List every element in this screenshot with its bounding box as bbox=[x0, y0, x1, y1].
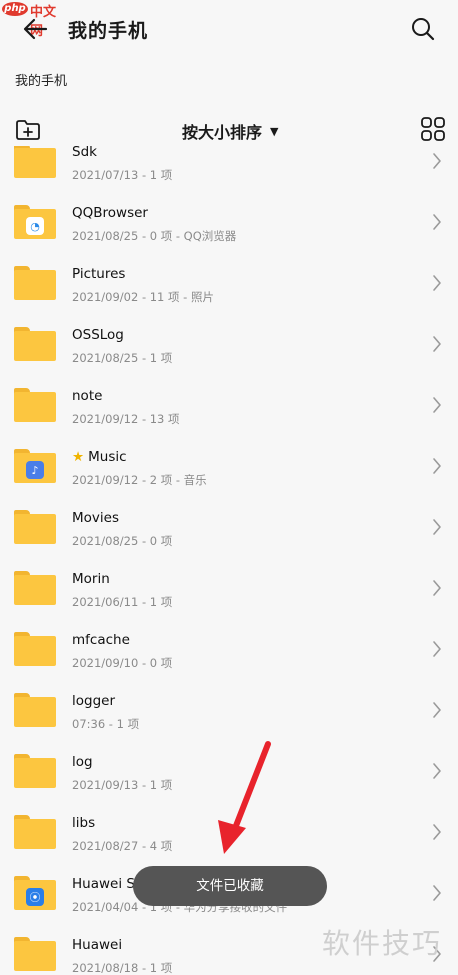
list-item[interactable]: Movies 2021/08/25 - 0 项 bbox=[0, 496, 458, 557]
item-meta: 2021/08/18 - 1 项 bbox=[72, 961, 173, 975]
item-meta: 2021/09/13 - 1 项 bbox=[72, 778, 173, 792]
grid-icon bbox=[421, 117, 445, 141]
page-title: 我的手机 bbox=[68, 20, 149, 42]
chevron-right-icon bbox=[433, 641, 441, 657]
sort-dropdown[interactable]: 按大小排序 ▼ bbox=[182, 119, 278, 143]
breadcrumb[interactable]: 我的手机 bbox=[15, 70, 67, 89]
item-name: Huawei bbox=[72, 937, 123, 953]
list-item[interactable]: ◔ QQBrowser 2021/08/25 - 0 项 - QQ浏览器 bbox=[0, 191, 458, 252]
item-meta: 2021/09/02 - 11 项 - 照片 bbox=[72, 290, 214, 304]
caret-down-icon: ▼ bbox=[270, 124, 279, 138]
item-meta: 2021/08/25 - 0 项 - QQ浏览器 bbox=[72, 229, 237, 243]
item-meta: 2021/07/13 - 1 项 bbox=[72, 168, 173, 182]
item-meta: 07:36 - 1 项 bbox=[72, 717, 140, 731]
list-item[interactable]: logger 07:36 - 1 项 bbox=[0, 679, 458, 740]
chevron-right-icon bbox=[433, 336, 441, 352]
item-name: OSSLog bbox=[72, 327, 124, 343]
red-arrow-annotation bbox=[218, 741, 271, 854]
item-name: Movies bbox=[72, 510, 119, 526]
item-name: Sdk bbox=[72, 146, 97, 160]
item-name: mfcache bbox=[72, 632, 130, 648]
back-button[interactable] bbox=[20, 14, 54, 44]
arrow-left-icon bbox=[23, 18, 48, 40]
chevron-right-icon bbox=[433, 458, 441, 474]
folder-icon bbox=[14, 754, 56, 788]
chevron-right-icon bbox=[433, 214, 441, 230]
new-folder-button[interactable] bbox=[14, 116, 42, 144]
item-name: Pictures bbox=[72, 266, 126, 282]
new-folder-icon bbox=[16, 120, 40, 140]
folder-icon bbox=[14, 937, 56, 971]
item-meta: 2021/08/25 - 1 项 bbox=[72, 351, 173, 365]
folder-icon bbox=[14, 571, 56, 605]
chevron-right-icon bbox=[433, 519, 441, 535]
list-item[interactable]: Sdk 2021/07/13 - 1 项 bbox=[0, 146, 458, 191]
list-item[interactable]: mfcache 2021/09/10 - 0 项 bbox=[0, 618, 458, 679]
folder-qqbrowser-icon: ◔ bbox=[14, 205, 56, 239]
list-item[interactable]: note 2021/09/12 - 13 项 bbox=[0, 374, 458, 435]
folder-icon bbox=[14, 693, 56, 727]
folder-icon bbox=[14, 388, 56, 422]
chevron-right-icon bbox=[433, 702, 441, 718]
search-icon bbox=[412, 18, 435, 41]
chevron-right-icon bbox=[433, 885, 441, 901]
corner-watermark: 软件技巧 bbox=[322, 927, 443, 960]
item-name: libs bbox=[72, 815, 96, 831]
sort-label: 按大小排序 bbox=[182, 123, 263, 142]
toolbar: 按大小排序 ▼ bbox=[0, 110, 458, 150]
item-meta: 2021/09/12 - 13 项 bbox=[72, 412, 180, 426]
folder-huawei-share-icon: ⦿ bbox=[14, 876, 56, 910]
item-meta: 2021/09/10 - 0 项 bbox=[72, 656, 173, 670]
item-meta: 2021/08/27 - 4 项 bbox=[72, 839, 173, 853]
toast-message: 文件已收藏 bbox=[133, 866, 327, 906]
item-name: QQBrowser bbox=[72, 205, 148, 221]
chevron-right-icon bbox=[433, 275, 441, 291]
search-button[interactable] bbox=[408, 14, 438, 44]
list-item[interactable]: ♪ ★ Music 2021/09/12 - 2 项 - 音乐 bbox=[0, 435, 458, 496]
folder-icon bbox=[14, 146, 56, 178]
chevron-right-icon bbox=[433, 397, 441, 413]
folder-icon bbox=[14, 632, 56, 666]
item-name: note bbox=[72, 388, 103, 404]
list-item[interactable]: Pictures 2021/09/02 - 11 项 - 照片 bbox=[0, 252, 458, 313]
folder-icon bbox=[14, 815, 56, 849]
chevron-right-icon bbox=[433, 580, 441, 596]
item-name: ★ Music bbox=[72, 449, 127, 465]
star-icon: ★ bbox=[72, 449, 85, 465]
folder-icon bbox=[14, 327, 56, 361]
folder-icon bbox=[14, 510, 56, 544]
chevron-right-icon bbox=[433, 763, 441, 779]
chevron-right-icon bbox=[433, 153, 441, 169]
item-name: logger bbox=[72, 693, 116, 709]
app-header: 我的手机 bbox=[0, 0, 458, 60]
item-meta: 2021/08/25 - 0 项 bbox=[72, 534, 173, 548]
grid-view-button[interactable] bbox=[420, 116, 446, 142]
list-item[interactable]: Morin 2021/06/11 - 1 项 bbox=[0, 557, 458, 618]
folder-icon bbox=[14, 266, 56, 300]
item-name: Morin bbox=[72, 571, 110, 587]
list-item[interactable]: OSSLog 2021/08/25 - 1 项 bbox=[0, 313, 458, 374]
item-name: log bbox=[72, 754, 93, 770]
item-meta: 2021/06/11 - 1 项 bbox=[72, 595, 173, 609]
item-meta: 2021/09/12 - 2 项 - 音乐 bbox=[72, 473, 207, 487]
folder-music-icon: ♪ bbox=[14, 449, 56, 483]
chevron-right-icon bbox=[433, 824, 441, 840]
